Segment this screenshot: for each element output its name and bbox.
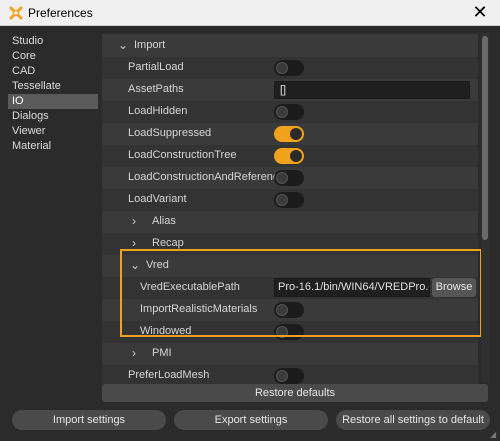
settings-scrollbar[interactable] <box>481 34 489 382</box>
sidebar-item-material[interactable]: Material <box>8 139 98 154</box>
toggle-knob <box>276 326 288 338</box>
app-logo-icon <box>9 6 23 20</box>
section-recap-header[interactable]: › Recap <box>102 233 478 255</box>
chevron-right-icon: › <box>132 214 136 228</box>
toggle-knob <box>276 370 288 382</box>
setting-row-load-suppressed: LoadSuppressed <box>102 123 478 145</box>
sidebar-item-io[interactable]: IO <box>8 94 98 109</box>
vred-executable-path-field[interactable]: Pro-16.1/bin/WIN64/VREDPro.exe <box>274 278 430 297</box>
section-pmi-header[interactable]: › PMI <box>102 343 478 365</box>
sidebar-item-viewer[interactable]: Viewer <box>8 124 98 139</box>
toggle-knob <box>276 62 288 74</box>
section-label: Alias <box>152 215 176 227</box>
setting-label: ImportRealisticMaterials <box>140 303 258 315</box>
load-construction-and-reference-toggle[interactable] <box>274 170 304 186</box>
setting-row-partial-load: PartialLoad <box>102 57 478 79</box>
chevron-down-icon: ⌄ <box>118 38 129 52</box>
setting-row-windowed: Windowed <box>102 321 478 343</box>
browse-button[interactable]: Browse <box>432 278 476 297</box>
setting-label: Windowed <box>140 325 192 337</box>
setting-row-vred-executable-path: VredExecutablePath Pro-16.1/bin/WIN64/VR… <box>102 277 478 299</box>
chevron-down-icon: ⌄ <box>130 258 141 272</box>
setting-label: LoadConstructionAndReference <box>128 171 285 183</box>
setting-label: PreferLoadMesh <box>128 369 210 381</box>
import-realistic-materials-toggle[interactable] <box>274 302 304 318</box>
resize-grip-icon[interactable]: ◢ <box>490 431 498 439</box>
windowed-toggle[interactable] <box>274 324 304 340</box>
setting-label: LoadHidden <box>128 105 188 117</box>
chevron-right-icon: › <box>132 236 136 250</box>
sidebar-item-studio[interactable]: Studio <box>8 34 98 49</box>
title-bar: Preferences ✕ <box>0 0 500 26</box>
scrollbar-thumb[interactable] <box>482 36 488 240</box>
restore-all-settings-button[interactable]: Restore all settings to default <box>336 410 490 430</box>
sidebar-item-cad[interactable]: CAD <box>8 64 98 79</box>
load-hidden-toggle[interactable] <box>274 104 304 120</box>
sidebar-item-dialogs[interactable]: Dialogs <box>8 109 98 124</box>
toggle-knob <box>276 304 288 316</box>
setting-row-load-construction-tree: LoadConstructionTree <box>102 145 478 167</box>
setting-row-load-hidden: LoadHidden <box>102 101 478 123</box>
load-variant-toggle[interactable] <box>274 192 304 208</box>
asset-paths-field[interactable]: [] <box>274 81 470 99</box>
settings-panel: ⌄ Import PartialLoad AssetPaths [] LoadH… <box>102 34 478 387</box>
setting-row-load-variant: LoadVariant <box>102 189 478 211</box>
setting-label: PartialLoad <box>128 61 184 73</box>
section-import-header[interactable]: ⌄ Import <box>102 35 478 57</box>
setting-row-asset-paths: AssetPaths [] <box>102 79 478 101</box>
toggle-knob <box>276 172 288 184</box>
category-list: Studio Core CAD Tessellate IO Dialogs Vi… <box>8 34 98 380</box>
toggle-knob <box>290 128 302 140</box>
restore-defaults-button[interactable]: Restore defaults <box>102 384 488 402</box>
setting-label: LoadVariant <box>128 193 187 205</box>
load-construction-tree-toggle[interactable] <box>274 148 304 164</box>
setting-label: AssetPaths <box>128 83 184 95</box>
section-label: Vred <box>146 259 169 271</box>
section-vred-header[interactable]: ⌄ Vred <box>102 255 478 277</box>
setting-row-import-realistic-materials: ImportRealisticMaterials <box>102 299 478 321</box>
setting-label: LoadSuppressed <box>128 127 212 139</box>
setting-label: LoadConstructionTree <box>128 149 237 161</box>
section-label: PMI <box>152 347 172 359</box>
section-label: Import <box>134 39 166 51</box>
close-button[interactable]: ✕ <box>460 0 500 26</box>
load-suppressed-toggle[interactable] <box>274 126 304 142</box>
sidebar-item-core[interactable]: Core <box>8 49 98 64</box>
sidebar-item-tessellate[interactable]: Tessellate <box>8 79 98 94</box>
prefer-load-mesh-toggle[interactable] <box>274 368 304 384</box>
chevron-right-icon: › <box>132 346 136 360</box>
setting-label: VredExecutablePath <box>140 281 240 293</box>
section-alias-header[interactable]: › Alias <box>102 211 478 233</box>
export-settings-button[interactable]: Export settings <box>174 410 328 430</box>
toggle-knob <box>290 150 302 162</box>
toggle-knob <box>276 194 288 206</box>
partial-load-toggle[interactable] <box>274 60 304 76</box>
setting-row-load-construction-and-reference: LoadConstructionAndReference <box>102 167 478 189</box>
section-label: Recap <box>152 237 184 249</box>
window-title: Preferences <box>28 6 93 20</box>
import-settings-button[interactable]: Import settings <box>12 410 166 430</box>
toggle-knob <box>276 106 288 118</box>
